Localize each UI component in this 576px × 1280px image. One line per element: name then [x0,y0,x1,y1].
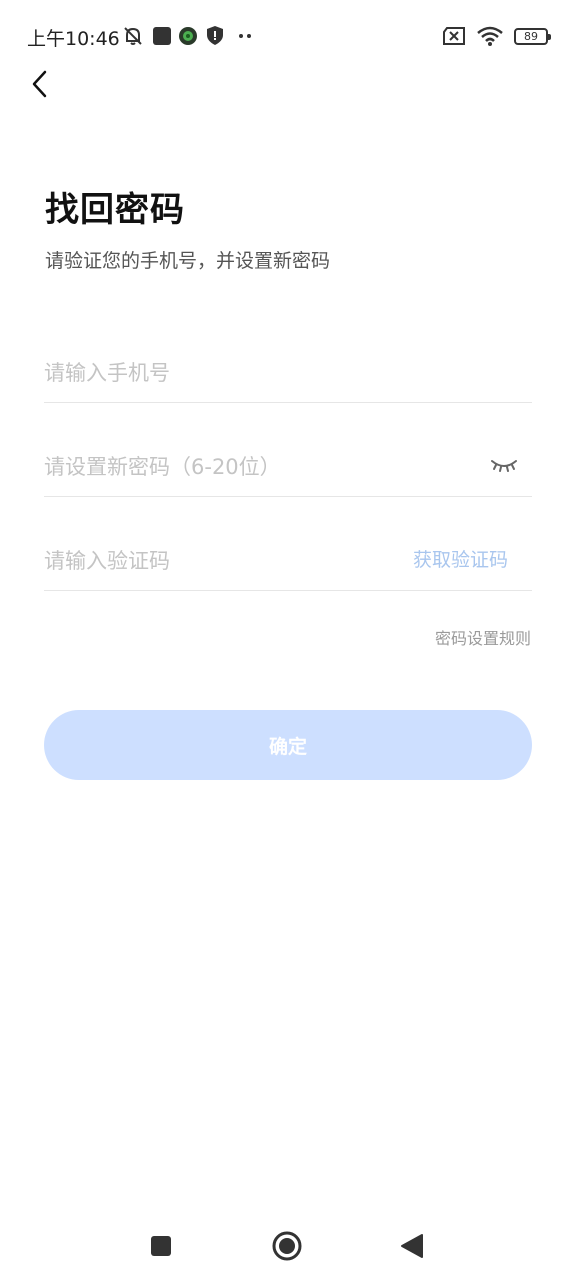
wifi-icon [477,26,503,46]
status-bar: 上午10:46 89 [0,0,576,72]
circle-icon[interactable] [271,1230,303,1262]
get-code-button[interactable]: 获取验证码 [413,531,508,591]
page-subtitle: 请验证您的手机号，并设置新密码 [45,250,331,272]
shield-icon [207,26,223,45]
forgot-password-screen: 上午10:46 89 找回密码 请验证您的手机号，并设置新密码 请输入手机号 请… [0,0,576,1280]
app-green-icon [179,27,197,45]
verification-code-input[interactable] [44,531,344,591]
app-square-icon [153,27,171,45]
password-field-row [44,437,532,497]
square-icon[interactable] [145,1230,177,1262]
back-button[interactable] [22,64,58,104]
battery-indicator: 89 [514,27,551,45]
system-nav-bar [0,1210,576,1280]
phone-field-row [44,343,532,403]
battery-level: 89 [524,29,538,43]
password-input[interactable] [44,437,404,497]
confirm-button[interactable]: 确定 [44,710,532,780]
chevron-left-icon [32,70,47,98]
triangle-left-icon[interactable] [396,1230,428,1262]
bell-off-icon [124,27,142,45]
page-title: 找回密码 [45,190,185,230]
status-right: 89 [442,24,551,48]
sim-off-icon [443,27,465,45]
more-dots-icon [239,34,251,38]
phone-input[interactable] [44,343,404,403]
code-field-row: 获取验证码 [44,531,532,591]
password-rules-link[interactable]: 密码设置规则 [435,625,531,649]
eye-closed-icon[interactable] [490,457,518,475]
status-time: 上午10:46 [27,28,120,50]
